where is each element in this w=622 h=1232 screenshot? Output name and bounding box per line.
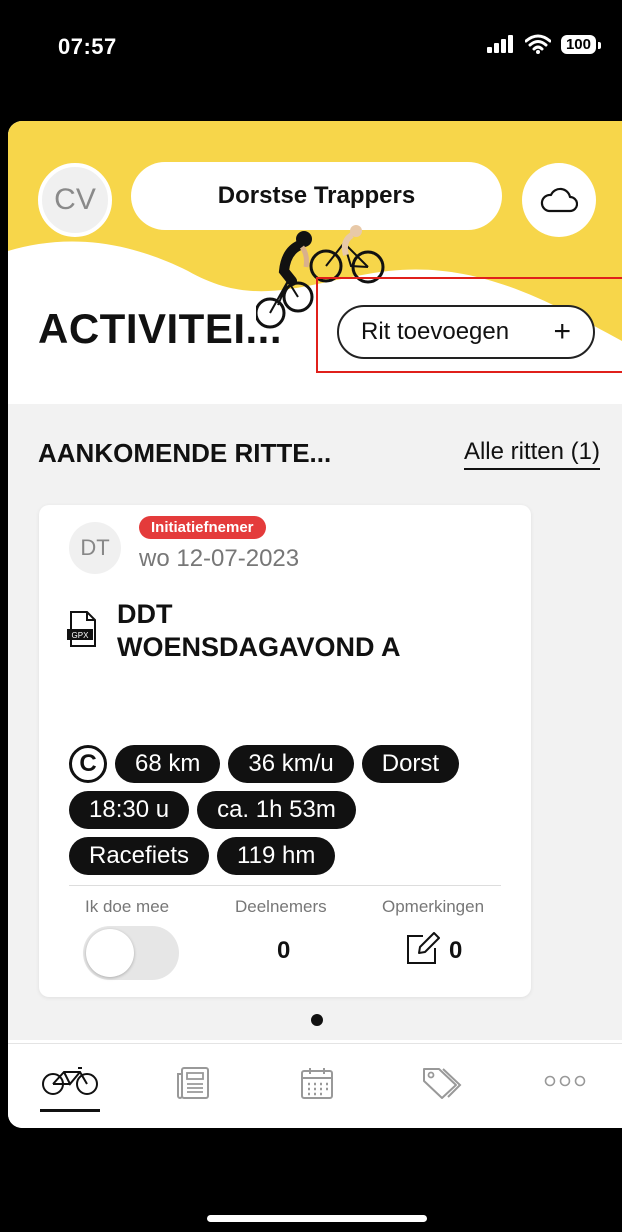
more-icon	[544, 1075, 586, 1087]
ride-date: wo 12-07-2023	[139, 545, 300, 572]
signal-icon	[486, 35, 513, 53]
gpx-file-icon: GPX	[67, 611, 96, 647]
pager-dot[interactable]	[311, 1014, 323, 1026]
chip-bike-type: Racefiets	[69, 837, 210, 875]
upcoming-rides-title: AANKOMENDE RITTE...	[38, 438, 332, 468]
club-selector[interactable]: Dorstse Trappers	[131, 162, 502, 230]
organizer-avatar: DT	[69, 522, 121, 574]
ride-name-line2: WOENSDAGAVOND A	[117, 632, 401, 662]
join-label: Ik doe mee	[85, 897, 170, 916]
app-screen: CV Dorstse Trappers ACTIVITEI... Rit toe…	[8, 121, 622, 1128]
chip-start-time: 18:30 u	[69, 791, 190, 829]
card-divider	[69, 885, 501, 886]
ride-name-line1: DDT	[117, 599, 173, 629]
chip-speed: 36 km/u	[228, 745, 354, 783]
highlight-box	[316, 277, 622, 373]
participants-count[interactable]: 0	[277, 937, 290, 965]
tab-news[interactable]	[176, 1066, 210, 1105]
upcoming-rides-section: AANKOMENDE RITTE... Alle ritten (1) DT I…	[8, 404, 622, 1040]
gpx-label: GPX	[72, 631, 90, 640]
home-indicator[interactable]	[207, 1215, 427, 1222]
activities-title: ACTIVITEI...	[38, 305, 283, 352]
chip-distance: 68 km	[115, 745, 221, 783]
tag-icon	[423, 1068, 462, 1099]
chip-location: Dorst	[361, 745, 460, 783]
edit-comment-icon[interactable]	[405, 932, 441, 966]
toggle-knob	[86, 929, 134, 977]
category-c-icon: C	[69, 745, 107, 783]
status-bar: 07:57 100	[0, 0, 622, 90]
tab-offers[interactable]	[422, 1066, 462, 1105]
bottom-tab-bar	[8, 1043, 622, 1128]
user-avatar[interactable]: CV	[38, 163, 112, 237]
participants-label: Deelnemers	[235, 897, 327, 916]
calendar-icon	[301, 1068, 333, 1099]
weather-button[interactable]	[522, 163, 596, 237]
news-icon	[177, 1067, 209, 1099]
active-tab-indicator	[40, 1109, 100, 1112]
comments-count[interactable]: 0	[449, 937, 462, 965]
wifi-icon	[524, 34, 551, 54]
tab-calendar[interactable]	[300, 1066, 334, 1105]
ride-card[interactable]: DT Initiatiefnemer wo 12-07-2023 GPX DDT…	[39, 505, 531, 997]
status-icons: 100	[486, 34, 602, 54]
comments-label: Opmerkingen	[382, 897, 485, 916]
cloud-icon	[540, 187, 578, 213]
chip-elevation: 119 hm	[217, 837, 336, 875]
ride-chips: C 68 km 36 km/u Dorst 18:30 u ca. 1h 53m…	[69, 745, 529, 883]
tab-more[interactable]	[544, 1074, 586, 1093]
tab-rides[interactable]	[42, 1066, 98, 1101]
ride-name: DDT WOENSDAGAVOND A	[117, 598, 517, 664]
initiator-badge: Initiatiefnemer	[139, 516, 266, 539]
chip-duration: ca. 1h 53m	[197, 791, 356, 829]
battery-indicator: 100	[560, 34, 602, 54]
status-time: 07:57	[58, 34, 117, 59]
bike-icon	[42, 1067, 98, 1095]
join-toggle[interactable]	[83, 926, 179, 980]
header-hero: CV Dorstse Trappers ACTIVITEI... Rit toe…	[8, 121, 622, 401]
all-rides-link[interactable]: Alle ritten (1)	[463, 438, 600, 470]
